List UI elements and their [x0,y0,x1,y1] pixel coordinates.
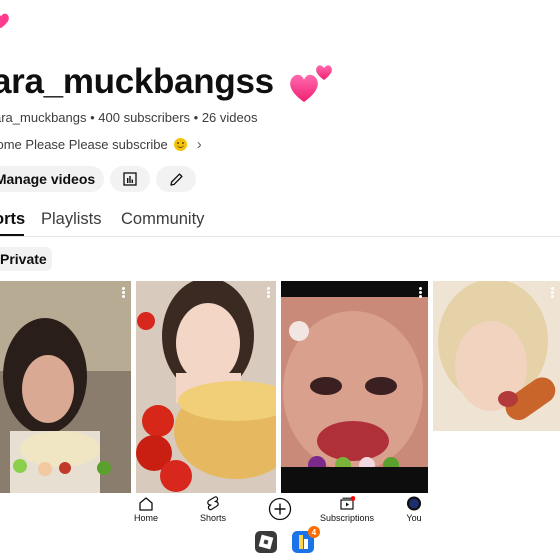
analytics-button[interactable] [110,166,150,192]
more-options-icon[interactable] [419,287,422,290]
blue-app-icon[interactable]: 4 [292,526,320,553]
shorts-grid [0,281,560,493]
nav-shorts-label: Shorts [199,513,226,523]
system-taskbar: 4 [0,526,560,560]
nav-subscriptions-label: Subscriptions [319,513,375,523]
smiling-face-icon [173,138,187,151]
heart-emoji-icon [0,13,9,29]
short-thumbnail[interactable] [433,281,560,493]
channel-title: ara_muckbangss [0,62,274,101]
avatar-icon [406,496,422,511]
nav-home-label: Home [133,513,158,523]
two-hearts-emoji-icon [290,65,332,102]
edit-channel-button[interactable] [156,166,196,192]
short-thumbnail[interactable] [0,281,131,493]
more-options-icon[interactable] [267,287,270,290]
nav-you[interactable]: You [379,496,449,523]
manage-videos-button[interactable]: Manage videos [0,166,104,192]
bottom-navigation: Home Shorts Subscriptions You [0,493,560,527]
channel-description[interactable]: come Please Please subscribe › [0,136,202,153]
nav-subscriptions[interactable]: Subscriptions [312,496,382,523]
channel-tabs: orts Playlists Community [0,210,560,236]
create-icon [268,497,292,521]
channel-meta: ara_muckbangs • 400 subscribers • 26 vid… [0,110,258,125]
tab-shorts[interactable]: orts [0,210,25,229]
subscriptions-icon [340,496,355,510]
short-thumbnail[interactable] [136,281,276,493]
shorts-icon [207,496,219,511]
analytics-icon [123,172,137,186]
short-thumbnail[interactable] [281,281,428,493]
tab-community[interactable]: Community [121,210,204,229]
description-text: come Please Please subscribe [0,137,168,152]
more-options-icon[interactable] [551,287,554,290]
nav-home[interactable]: Home [111,496,181,523]
nav-you-label: You [406,513,422,523]
tabs-divider [0,236,560,237]
filter-chip-private[interactable]: Private [0,247,52,271]
chevron-right-icon: › [196,136,202,153]
tab-playlists[interactable]: Playlists [41,210,102,229]
pencil-icon [169,172,183,186]
more-options-icon[interactable] [122,287,125,290]
roblox-app-icon[interactable] [255,531,277,553]
home-icon [139,497,153,511]
nav-shorts[interactable]: Shorts [178,496,248,523]
nav-create[interactable] [245,497,315,523]
notification-badge: 4 [308,526,320,538]
